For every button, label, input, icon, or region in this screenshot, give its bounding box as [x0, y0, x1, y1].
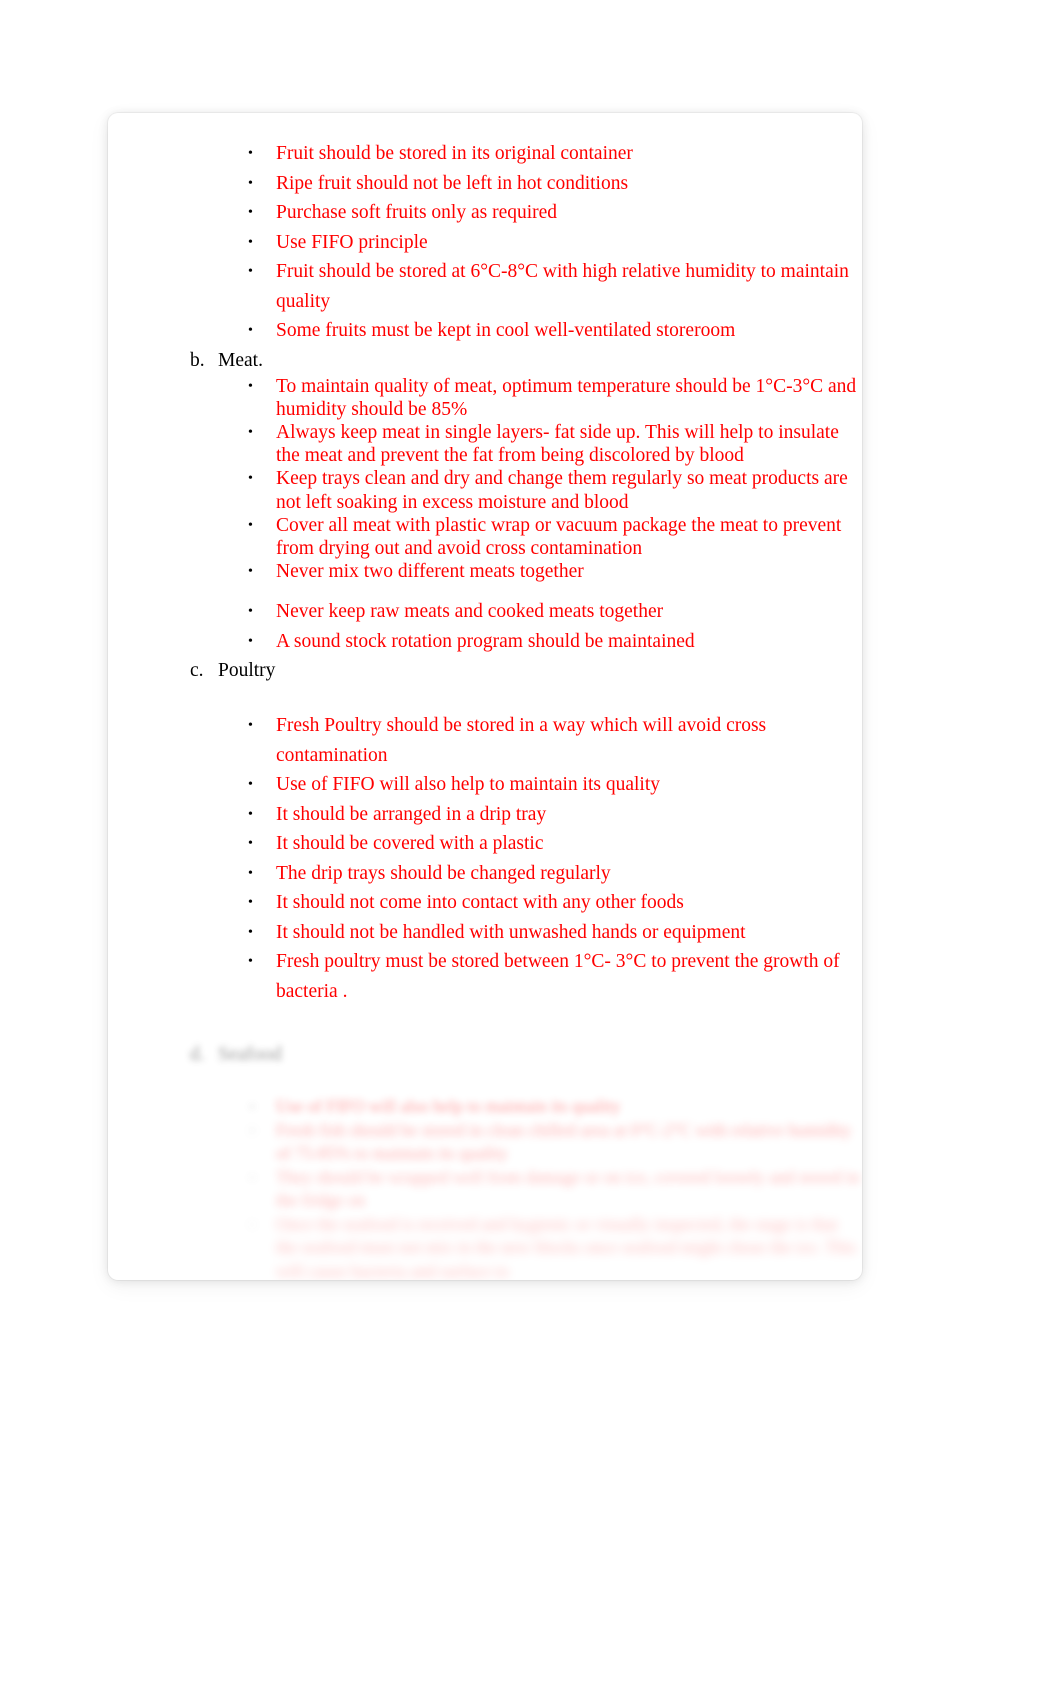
list-item: It should not come into contact with any… [108, 888, 862, 918]
obscured-list-item-group-2: Fresh fish should be stored in clean chi… [108, 1119, 862, 1166]
list-item: They should be wrapped well from damage … [108, 1166, 862, 1213]
list-item: Ripe fruit should not be left in hot con… [108, 169, 862, 199]
list-item: Purchase soft fruits only as required [108, 198, 862, 228]
list-item: To maintain quality of meat, optimum tem… [108, 375, 862, 421]
obscured-heading-gap [108, 1069, 862, 1095]
document-page: Fruit should be stored in its original c… [108, 113, 862, 1280]
section-heading-label: Meat. [218, 349, 263, 371]
section-marker: c. [190, 660, 204, 682]
list-item: Keep trays clean and dry and change them… [108, 467, 862, 513]
list-item: Some fruits must be kept in cool well-ve… [108, 316, 862, 346]
list-item: Never keep raw meats and cooked meats to… [108, 597, 862, 627]
page-content-area: Fruit should be stored in its original c… [108, 113, 862, 1280]
list-item: Fruit should be stored at 6°C-8°C with h… [108, 257, 862, 316]
obscured-list-item-group-4: Once the seafood is received and hygieni… [108, 1213, 862, 1280]
page-body: Fruit should be stored in its original c… [108, 113, 862, 1280]
list-item: Use of FIFO will also help to maintain i… [108, 1095, 862, 1119]
poultry-heading-gap [108, 685, 862, 711]
section-heading-poultry: c. Poultry [108, 656, 862, 685]
obscured-list-item-group-1: Use of FIFO will also help to maintain i… [108, 1095, 862, 1119]
list-item: A sound stock rotation program should be… [108, 627, 862, 657]
section-marker: b. [190, 349, 205, 371]
meat-bullet-list: To maintain quality of meat, optimum tem… [108, 375, 862, 584]
list-item: Fresh poultry must be stored between 1°C… [108, 947, 862, 1006]
list-item: Use FIFO principle [108, 228, 862, 258]
list-item: Always keep meat in single layers- fat s… [108, 421, 862, 467]
list-item: Never mix two different meats together [108, 560, 862, 583]
list-item: Once the seafood is received and hygieni… [108, 1213, 862, 1280]
meat-bullet-list-continued: Never keep raw meats and cooked meats to… [108, 597, 862, 656]
section-heading-meat: b. Meat. [108, 346, 862, 375]
poultry-bullet-list: Fresh Poultry should be stored in a way … [108, 711, 862, 1006]
section-heading-label: Poultry [218, 660, 276, 682]
list-item: It should be arranged in a drip tray [108, 800, 862, 830]
section-heading-label: Seafood [218, 1044, 282, 1066]
section-marker: d. [190, 1044, 205, 1066]
list-item: Fresh fish should be stored in clean chi… [108, 1119, 862, 1166]
meat-list-gap [108, 583, 862, 597]
list-item: Fresh Poultry should be stored in a way … [108, 711, 862, 770]
faded-section-gap [108, 1006, 862, 1040]
obscured-section: d. Seafood Use of FIFO will also help to… [108, 1040, 862, 1280]
list-item: Fruit should be stored in its original c… [108, 139, 862, 169]
list-item: Cover all meat with plastic wrap or vacu… [108, 514, 862, 560]
list-item: It should be covered with a plastic [108, 829, 862, 859]
top-spacer [108, 113, 862, 139]
obscured-section-heading: d. Seafood [108, 1040, 862, 1069]
list-item: The drip trays should be changed regular… [108, 859, 862, 889]
list-item: It should not be handled with unwashed h… [108, 918, 862, 948]
document-canvas: Fruit should be stored in its original c… [0, 0, 1062, 1691]
fruit-bullet-list: Fruit should be stored in its original c… [108, 139, 862, 346]
list-item: Use of FIFO will also help to maintain i… [108, 770, 862, 800]
obscured-list-item-group-3: They should be wrapped well from damage … [108, 1166, 862, 1213]
